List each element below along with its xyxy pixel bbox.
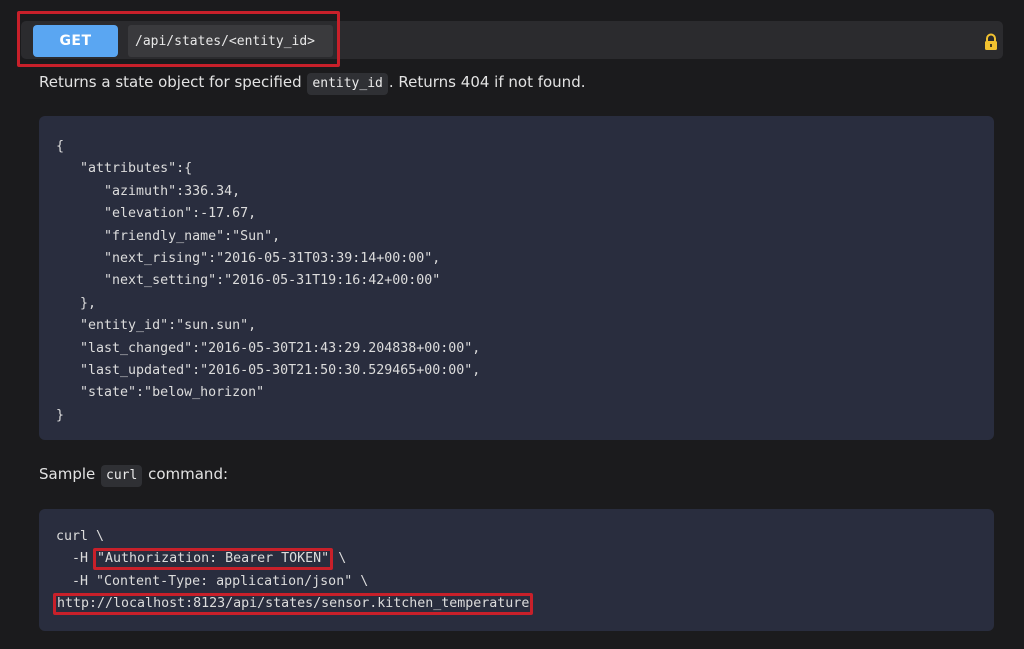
json-code-line: "last_updated":"2016-05-30T21:50:30.5294… xyxy=(56,362,481,378)
curl-header-flag: -H xyxy=(56,551,97,567)
curl-line-3: -H "Content-Type: application/json" \ xyxy=(56,573,369,589)
curl-line-2: -H "Authorization: Bearer TOKEN" \ xyxy=(56,548,994,571)
curl-line-4: http://localhost:8123/api/states/sensor.… xyxy=(53,593,994,616)
curl-command-code-block: curl \ -H "Authorization: Bearer TOKEN" … xyxy=(39,509,994,631)
json-code-line: "state":"below_horizon" xyxy=(56,385,265,401)
endpoint-path: /api/states/<entity_id> xyxy=(128,25,333,57)
json-code-line: "azimuth":336.34, xyxy=(56,183,241,199)
lock-icon[interactable] xyxy=(983,33,999,51)
json-response-code-block: { "attributes":{ "azimuth":336.34, "elev… xyxy=(39,116,994,440)
curl-line-continuation: \ xyxy=(330,551,347,567)
description-text-before: Returns a state object for specified xyxy=(39,73,307,91)
sample-text-before: Sample xyxy=(39,465,101,483)
curl-inline-code: curl xyxy=(101,465,143,487)
curl-line-1: curl \ xyxy=(56,529,105,544)
json-code-line: "attributes":{ xyxy=(56,161,193,177)
json-code-line: "last_changed":"2016-05-30T21:43:29.2048… xyxy=(56,340,481,356)
json-code-line: "next_rising":"2016-05-31T03:39:14+00:00… xyxy=(56,250,441,266)
json-code-line: "next_setting":"2016-05-31T19:16:42+00:0… xyxy=(56,273,441,289)
json-code-line: "friendly_name":"Sun", xyxy=(56,228,281,244)
sample-text-after: command: xyxy=(143,465,229,483)
sample-curl-label: Sample curl command: xyxy=(39,463,228,487)
json-code-line: } xyxy=(56,407,65,423)
endpoint-description: Returns a state object for specified ent… xyxy=(39,71,585,95)
json-code-line: }, xyxy=(56,295,97,311)
json-code-line: { xyxy=(56,139,65,154)
authorization-highlight: "Authorization: Bearer TOKEN" xyxy=(93,548,334,571)
json-code-line: "entity_id":"sun.sun", xyxy=(56,318,257,334)
url-highlight: http://localhost:8123/api/states/sensor.… xyxy=(53,593,534,616)
get-method-button[interactable]: GET xyxy=(33,25,118,57)
entity-id-code: entity_id xyxy=(307,73,388,95)
json-code-line: "elevation":-17.67, xyxy=(56,206,257,222)
description-text-after: . Returns 404 if not found. xyxy=(388,73,586,91)
